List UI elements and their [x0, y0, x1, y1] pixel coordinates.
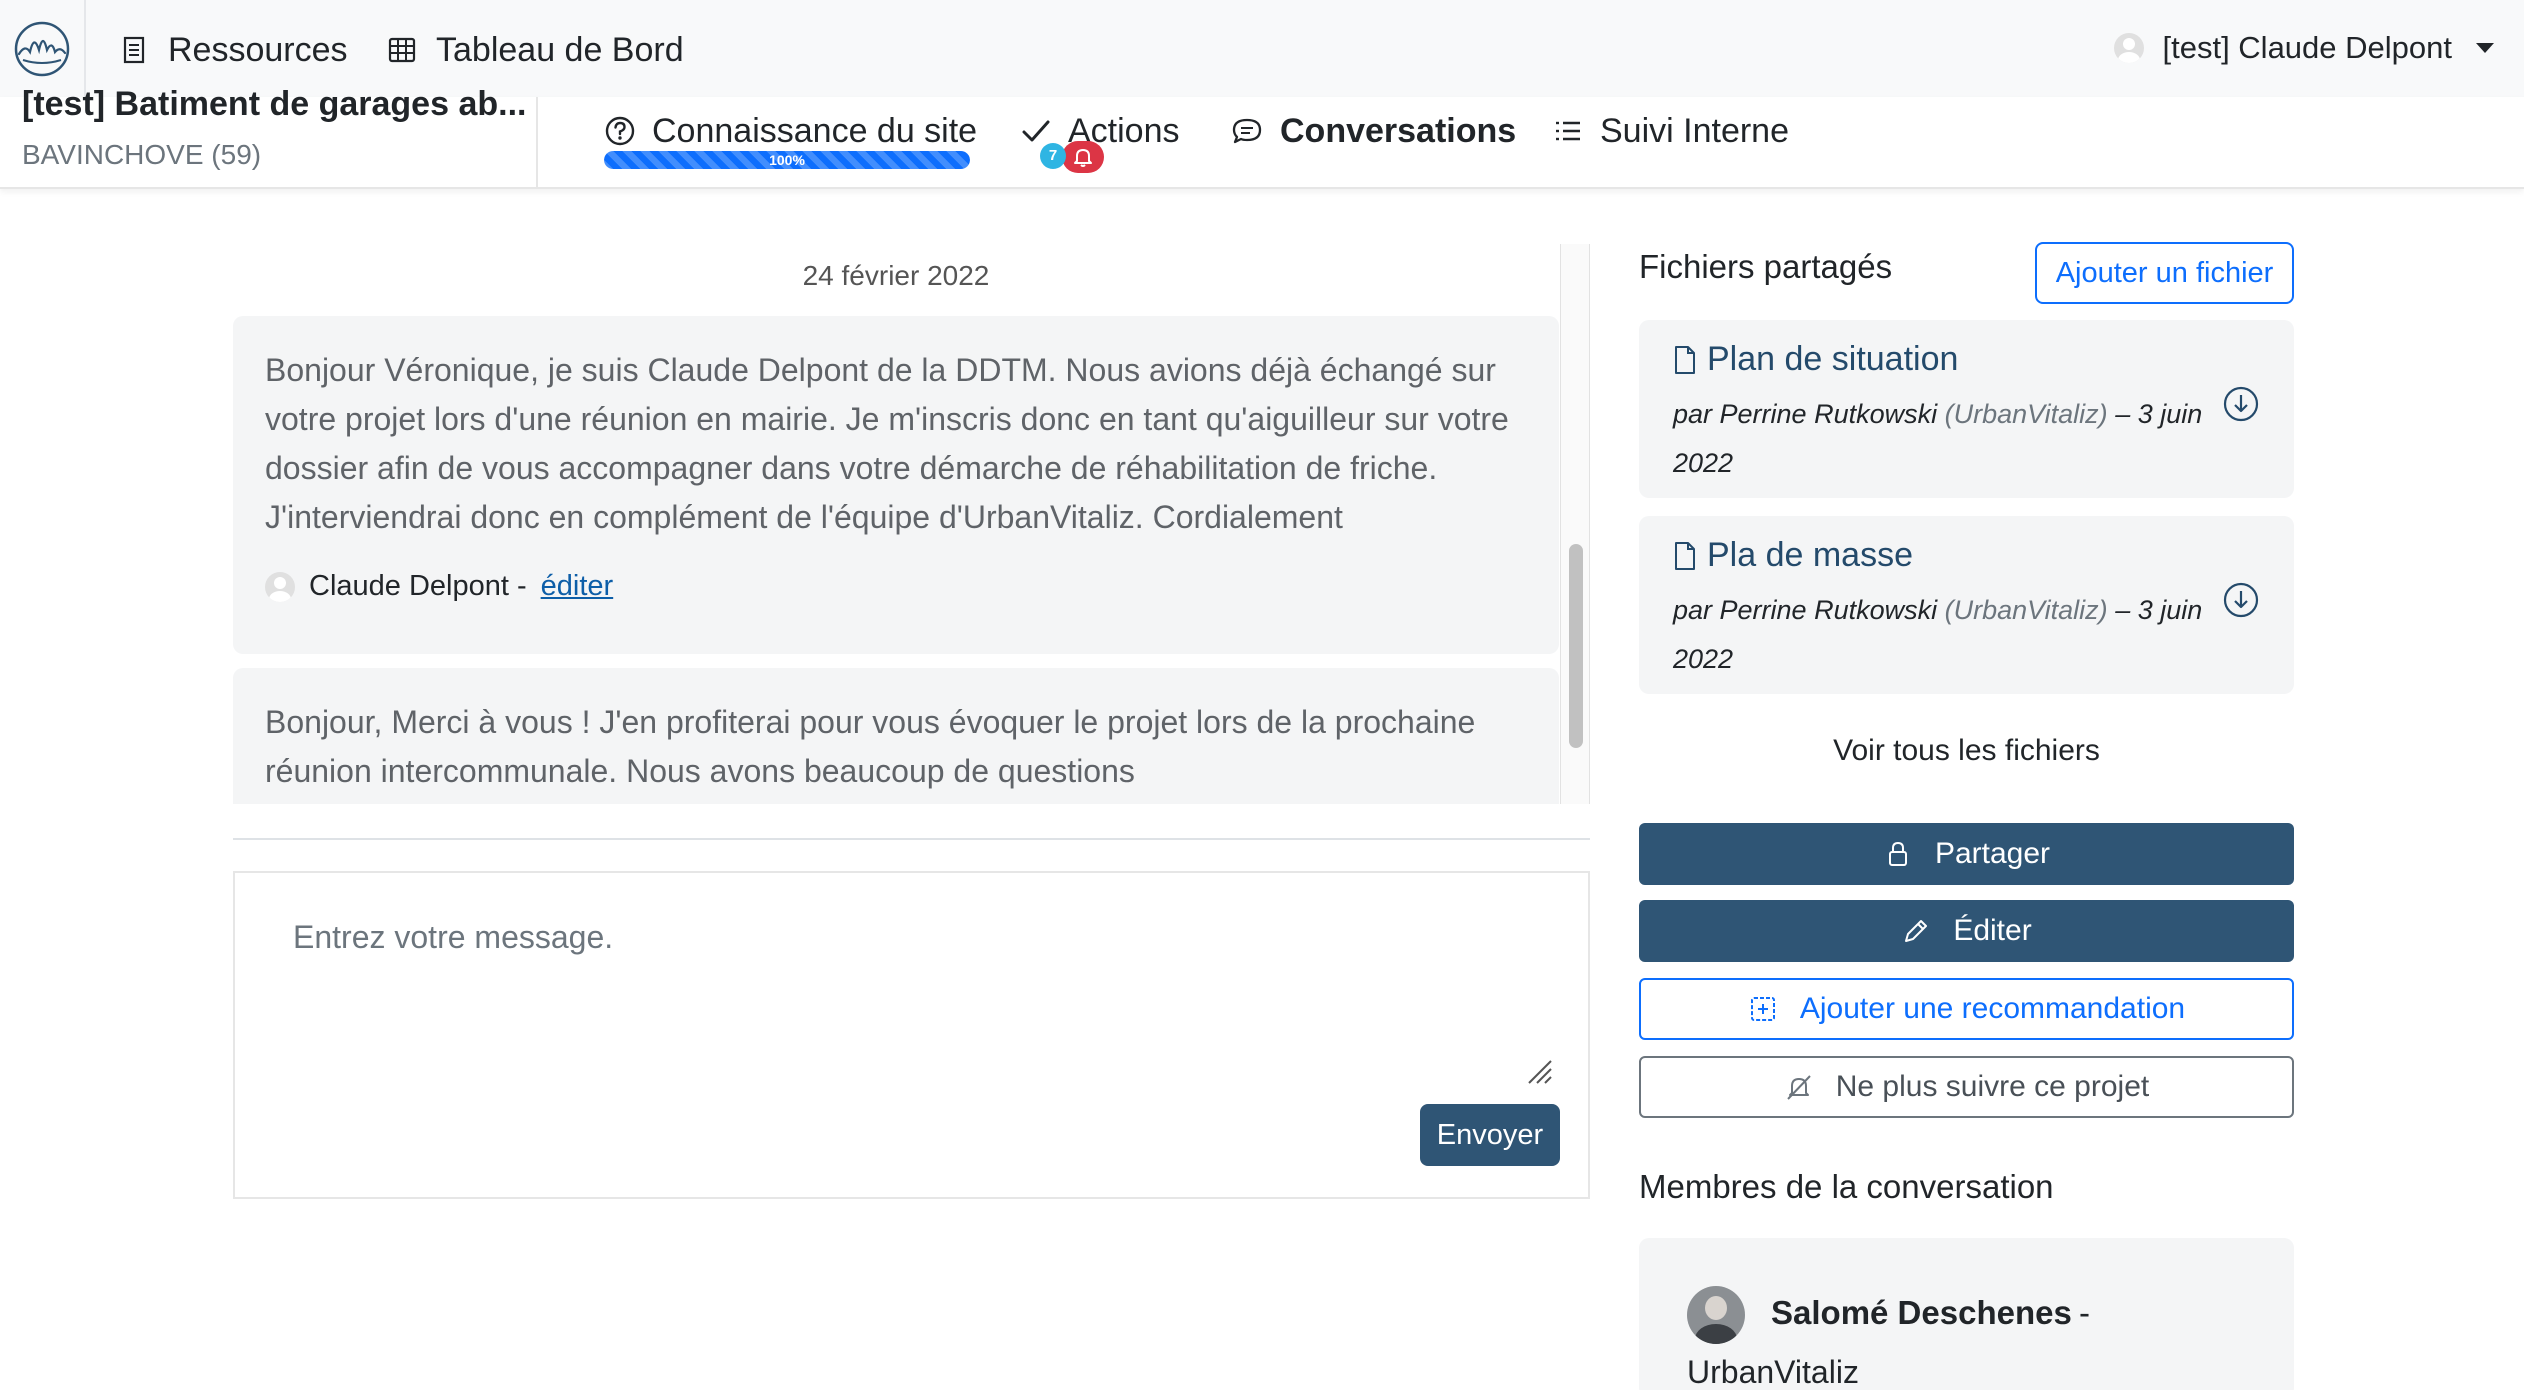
knowledge-progress-fill: 100%: [604, 151, 970, 169]
files-title: Fichiers partagés: [1639, 248, 1893, 285]
message-card: Bonjour, Merci à vous ! J'en profiterai …: [233, 668, 1559, 804]
message-author-row: Claude Delpont - éditer: [265, 562, 1527, 611]
message-composer: Envoyer: [233, 871, 1590, 1199]
file-card: Pla de masse par Perrine Rutkowski (Urba…: [1639, 516, 2294, 694]
send-button[interactable]: Envoyer: [1420, 1104, 1560, 1166]
share-label: Partager: [1934, 837, 2051, 870]
nav-dashboard-label: Tableau de Bord: [436, 30, 684, 69]
check-icon: [1022, 120, 1050, 142]
user-name: [test] Claude Delpont: [2162, 30, 2452, 65]
project-header: [test] Batiment de garages ab... BAVINCH…: [0, 85, 2524, 189]
file-org: (UrbanVitaliz): [1944, 399, 2108, 429]
download-icon[interactable]: [2221, 384, 2261, 424]
list-icon: [123, 36, 145, 64]
message-input[interactable]: [235, 873, 1568, 1091]
file-author: par Perrine Rutkowski: [1673, 399, 1938, 429]
member-card: Salomé Deschenes - UrbanVitaliz: [1639, 1238, 2294, 1390]
project-info: [test] Batiment de garages ab... BAVINCH…: [0, 85, 538, 189]
bell-icon: [1074, 149, 1092, 167]
question-circle-icon: [605, 116, 635, 146]
tab-conversations[interactable]: Conversations: [1230, 109, 1516, 153]
member-organization: UrbanVitaliz: [1687, 1354, 1859, 1390]
notification-badge: [1062, 141, 1104, 173]
tab-conversations-label: Conversations: [1280, 111, 1517, 150]
share-button[interactable]: Partager: [1639, 823, 2294, 885]
file-icon: [1675, 345, 1695, 374]
file-card: Plan de situation par Perrine Rutkowski …: [1639, 320, 2294, 498]
message-card: Bonjour Véronique, je suis Claude Delpon…: [233, 316, 1559, 654]
file-author: par Perrine Rutkowski: [1673, 595, 1938, 625]
nav-dashboard[interactable]: Tableau de Bord: [388, 28, 684, 72]
add-note-icon: [1750, 997, 1775, 1021]
pencil-icon: [1905, 920, 1928, 942]
file-icon: [1675, 541, 1695, 570]
member-separator: -: [2079, 1294, 2090, 1331]
user-menu[interactable]: [test] Claude Delpont: [2114, 26, 2494, 70]
nav-resources[interactable]: Ressources: [120, 28, 348, 72]
add-file-button[interactable]: Ajouter un fichier: [2035, 242, 2294, 304]
file-org: (UrbanVitaliz): [1944, 595, 2108, 625]
message-text: Bonjour, Merci à vous ! J'en profiterai …: [265, 704, 1476, 789]
file-name: Pla de masse: [1707, 536, 1913, 574]
members-title: Membres de la conversation: [1639, 1168, 2054, 1205]
table-icon: [388, 37, 416, 63]
app-logo[interactable]: [0, 0, 86, 97]
conversation-feed[interactable]: 24 février 2022 Bonjour Véronique, je su…: [233, 244, 1559, 804]
nav-resources-label: Ressources: [168, 30, 348, 69]
edit-message-link[interactable]: éditer: [541, 562, 614, 611]
file-link[interactable]: Plan de situation: [1673, 340, 1958, 379]
logo-icon: [14, 21, 70, 76]
top-navbar: Ressources Tableau de Bord [test] Claude…: [0, 0, 2524, 97]
unfollow-label: Ne plus suivre ce projet: [1835, 1070, 2150, 1103]
add-recommendation-button[interactable]: Ajouter une recommandation: [1639, 978, 2294, 1040]
knowledge-progress-bar: 100%: [604, 151, 970, 169]
member-name: Salomé Deschenes: [1771, 1294, 2072, 1331]
actions-count-badge: 7: [1040, 143, 1066, 169]
resize-grip-icon[interactable]: [1525, 1057, 1555, 1087]
see-all-files-link[interactable]: Voir tous les fichiers: [1639, 734, 2294, 768]
download-icon[interactable]: [2221, 580, 2261, 620]
file-meta: par Perrine Rutkowski (UrbanVitaliz) – 3…: [1673, 390, 2213, 488]
bell-slash-icon: [1787, 1075, 1811, 1100]
user-avatar-icon: [2114, 33, 2145, 63]
lock-icon: [1888, 841, 1907, 866]
caret-down-icon: [2476, 43, 2494, 53]
tab-knowledge[interactable]: Connaissance du site: [604, 109, 977, 153]
list-task-icon: [1556, 121, 1580, 141]
edit-project-label: Éditer: [1953, 914, 2032, 947]
member-avatar: [1687, 1286, 1745, 1344]
conversation-date: 24 février 2022: [802, 260, 990, 291]
tab-knowledge-label: Connaissance du site: [652, 111, 978, 150]
file-meta: par Perrine Rutkowski (UrbanVitaliz) – 3…: [1673, 586, 2213, 684]
file-name: Plan de situation: [1707, 340, 1959, 378]
message-text: Bonjour Véronique, je suis Claude Delpon…: [265, 352, 1509, 535]
tab-internal-label: Suivi Interne: [1600, 111, 1789, 150]
scrollbar-thumb[interactable]: [1569, 544, 1583, 748]
section-divider: [233, 838, 1590, 840]
file-link[interactable]: Pla de masse: [1673, 536, 1913, 575]
project-location: BAVINCHOVE (59): [22, 139, 262, 170]
conversation-scrollbar[interactable]: [1560, 244, 1590, 804]
tab-internal[interactable]: Suivi Interne: [1552, 109, 1789, 153]
chat-icon: [1232, 118, 1262, 144]
author-avatar-icon: [265, 571, 295, 602]
message-author: Claude Delpont -: [309, 570, 527, 602]
project-title[interactable]: [test] Batiment de garages ab...: [22, 85, 526, 124]
edit-project-button[interactable]: Éditer: [1639, 900, 2294, 962]
unfollow-button[interactable]: Ne plus suivre ce projet: [1639, 1056, 2294, 1118]
add-recommendation-label: Ajouter une recommandation: [1799, 992, 2186, 1025]
